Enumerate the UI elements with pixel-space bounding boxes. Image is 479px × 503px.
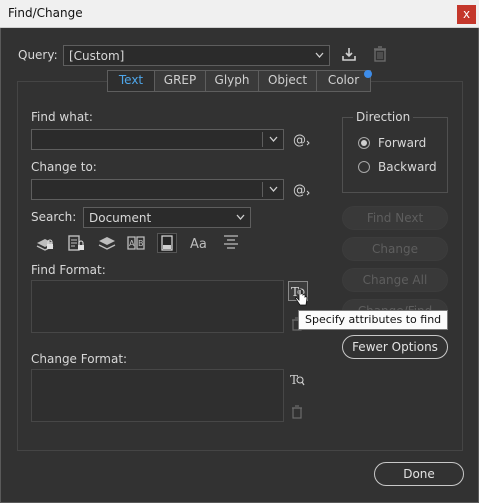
tab-bar: Text GREP Glyph Object Color — [107, 70, 371, 92]
color-tab-indicator — [364, 70, 372, 78]
find-what-field[interactable] — [31, 129, 284, 150]
backward-label: Backward — [378, 160, 437, 174]
save-query-icon[interactable] — [340, 45, 360, 65]
change-to-field[interactable] — [31, 179, 284, 200]
include-hidden-layers-icon[interactable] — [97, 233, 117, 253]
query-dropdown[interactable]: [Custom] — [63, 45, 330, 66]
tab-text[interactable]: Text — [108, 71, 155, 91]
tooltip: Specify attributes to find — [298, 310, 449, 330]
backward-radio[interactable] — [358, 161, 370, 173]
trash-icon[interactable] — [291, 405, 303, 419]
query-value: [Custom] — [69, 49, 125, 63]
close-button[interactable]: x — [457, 5, 476, 24]
svg-text:@: @ — [293, 183, 306, 198]
whole-word-icon[interactable] — [222, 233, 242, 253]
change-format-label: Change Format: — [31, 352, 128, 366]
trash-icon[interactable] — [372, 45, 392, 65]
case-sensitive-icon[interactable]: Aa — [189, 233, 209, 253]
svg-text:B: B — [138, 239, 144, 248]
svg-text:@: @ — [293, 133, 306, 148]
direction-group: Direction — [342, 110, 448, 193]
find-format-box[interactable] — [31, 280, 284, 333]
svg-text:A: A — [129, 239, 135, 248]
include-locked-layers-icon[interactable] — [35, 233, 55, 253]
change-button[interactable]: Change — [342, 237, 448, 261]
at-special-characters-icon[interactable]: @ — [292, 130, 312, 150]
tab-color[interactable]: Color — [317, 71, 370, 91]
include-footnotes-icon[interactable] — [157, 233, 177, 253]
chevron-down-icon — [315, 52, 324, 58]
find-what-label: Find what: — [31, 110, 93, 124]
tab-grep[interactable]: GREP — [155, 71, 206, 91]
svg-text:Aa: Aa — [190, 237, 207, 252]
query-label: Query: — [18, 48, 58, 62]
done-button[interactable]: Done — [374, 462, 464, 486]
change-format-box[interactable] — [31, 369, 284, 422]
window-title: Find/Change — [8, 6, 83, 20]
change-to-label: Change to: — [31, 160, 97, 174]
include-locked-stories-icon[interactable] — [66, 233, 86, 253]
find-format-label: Find Format: — [31, 263, 106, 277]
fewer-options-button[interactable]: Fewer Options — [342, 335, 448, 359]
title-bar: Find/Change x — [0, 0, 479, 28]
chevron-down-icon — [269, 136, 278, 142]
search-scope-value: Document — [89, 211, 152, 225]
at-special-characters-icon[interactable]: @ — [292, 180, 312, 200]
search-scope-dropdown[interactable]: Document — [83, 207, 251, 228]
direction-legend: Direction — [353, 110, 414, 124]
include-master-pages-icon[interactable]: AB — [126, 233, 146, 253]
tab-object[interactable]: Object — [259, 71, 317, 91]
chevron-down-icon — [236, 214, 245, 220]
tab-glyph[interactable]: Glyph — [206, 71, 259, 91]
forward-radio[interactable] — [358, 137, 370, 149]
find-next-button[interactable]: Find Next — [342, 206, 448, 230]
specify-change-attributes-icon[interactable]: T — [288, 370, 308, 390]
forward-label: Forward — [378, 136, 427, 150]
pointer-cursor-icon — [295, 289, 309, 307]
chevron-down-icon — [269, 186, 278, 192]
change-all-button[interactable]: Change All — [342, 268, 448, 292]
search-label: Search: — [31, 210, 77, 224]
